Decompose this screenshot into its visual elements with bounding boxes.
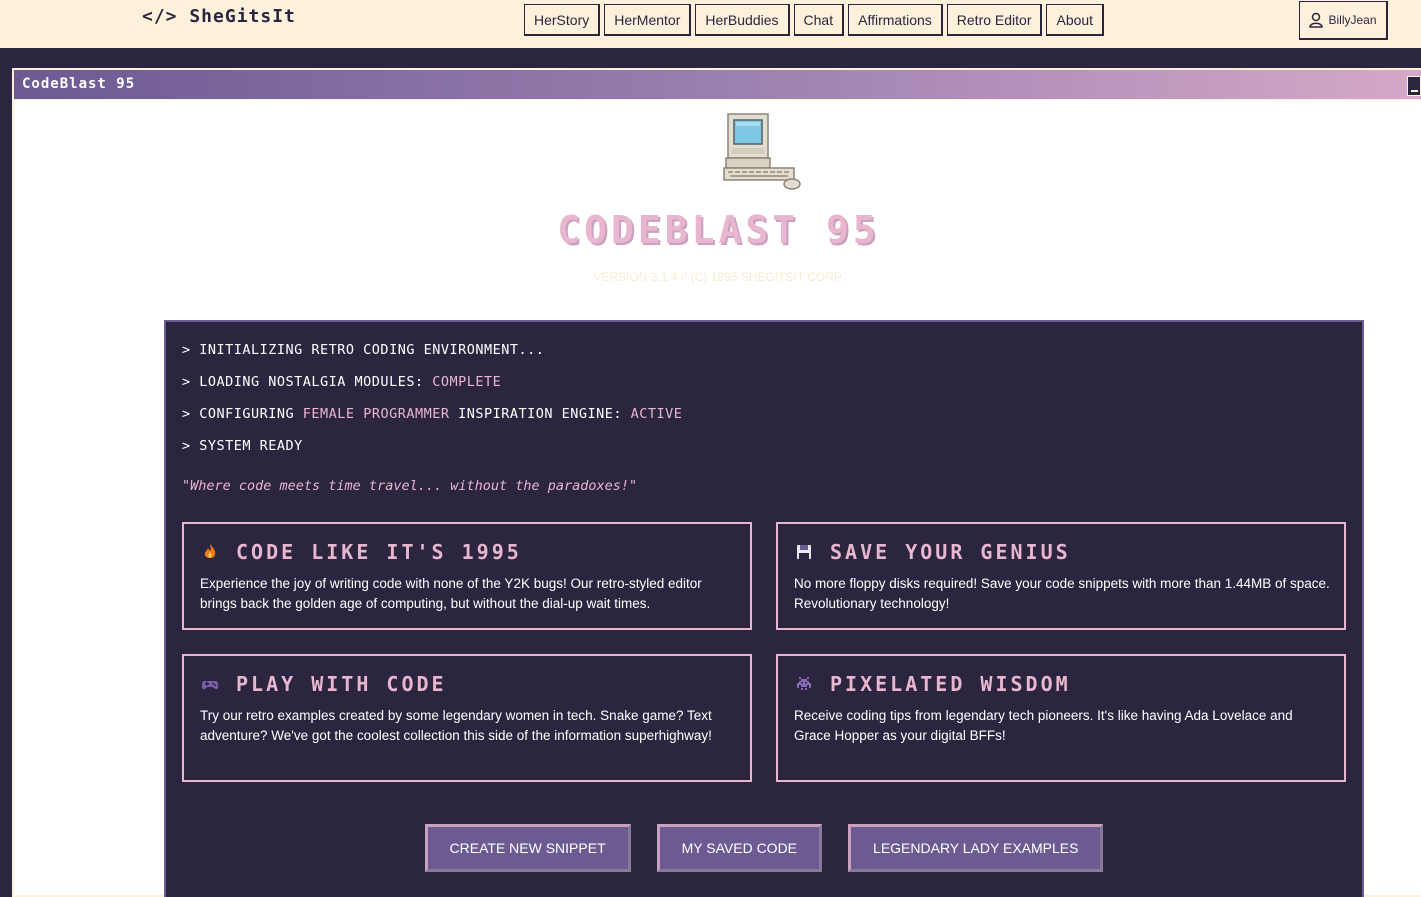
user-menu-button[interactable]: BillyJean: [1299, 1, 1388, 40]
space-invader-icon: [797, 677, 811, 690]
feature-card: PIXELATED WISDOM Receive coding tips fro…: [776, 654, 1346, 782]
fire-icon: [204, 544, 216, 558]
terminal-panel: > INITIALIZING RETRO CODING ENVIRONMENT.…: [164, 320, 1364, 897]
terminal-text: > LOADING NOSTALGIA MODULES:: [182, 374, 433, 390]
terminal-line: > SYSTEM READY: [182, 438, 303, 454]
feature-card: PLAY WITH CODE Try our retro examples cr…: [182, 654, 752, 782]
card-header: SAVE YOUR GENIUS: [794, 540, 1071, 564]
hero-title: CODEBLAST 95: [557, 208, 880, 252]
terminal-line: > LOADING NOSTALGIA MODULES: COMPLETE: [182, 374, 501, 390]
nav-herstory-button[interactable]: HerStory: [524, 4, 601, 36]
nav-hermentor-button[interactable]: HerMentor: [604, 4, 692, 36]
gamepad-icon: [201, 681, 219, 690]
terminal-line: > INITIALIZING RETRO CODING ENVIRONMENT.…: [182, 342, 545, 358]
create-new-snippet-button[interactable]: CREATE NEW SNIPPET: [424, 824, 631, 872]
my-saved-code-button[interactable]: MY SAVED CODE: [656, 824, 823, 872]
feature-card: SAVE YOUR GENIUS No more floppy disks re…: [776, 522, 1346, 630]
terminal-text: > CONFIGURING: [182, 406, 303, 422]
nav-chat-button[interactable]: Chat: [793, 4, 845, 36]
card-title: CODE LIKE IT'S 1995: [236, 540, 522, 564]
card-text: Experience the joy of writing code with …: [200, 576, 702, 611]
top-navigation-bar: </> SheGitsIt HerStory HerMentor HerBudd…: [0, 0, 1421, 48]
card-header: PIXELATED WISDOM: [794, 672, 1071, 696]
codeblast-window: CodeBlast 95 CODEBLAST 95 VERSION 3.1.4 …: [12, 68, 1421, 897]
window-titlebar[interactable]: CodeBlast 95: [14, 70, 1421, 100]
highlight-text: FEMALE PROGRAMMER: [302, 406, 450, 422]
version-text: VERSION 3.1.4 // (C) 1995 SHEGITSIT CORP…: [593, 270, 844, 284]
nav-herbuddies-button[interactable]: HerBuddies: [695, 4, 790, 36]
floppy-disk-icon: [797, 545, 811, 559]
card-text: No more floppy disks required! Save your…: [794, 576, 1330, 611]
card-header: PLAY WITH CODE: [200, 672, 447, 696]
card-text: Try our retro examples created by some l…: [200, 708, 712, 743]
card-header: CODE LIKE IT'S 1995: [200, 540, 522, 564]
card-text: Receive coding tips from legendary tech …: [794, 708, 1293, 743]
legendary-lady-examples-button[interactable]: LEGENDARY LADY EXAMPLES: [848, 824, 1104, 872]
action-buttons: CREATE NEW SNIPPET MY SAVED CODE LEGENDA…: [166, 824, 1362, 872]
main-nav: HerStory HerMentor HerBuddies Chat Affir…: [524, 4, 1105, 36]
retro-computer-icon: [723, 113, 801, 190]
terminal-line: > CONFIGURING FEMALE PROGRAMMER INSPIRAT…: [182, 406, 682, 422]
user-icon: [1309, 12, 1324, 28]
card-title: PLAY WITH CODE: [236, 672, 447, 696]
nav-about-button[interactable]: About: [1046, 4, 1105, 36]
minimize-icon[interactable]: [1407, 76, 1421, 96]
status-active: ACTIVE: [630, 406, 683, 422]
username-label: BillyJean: [1328, 13, 1377, 27]
nav-retro-editor-button[interactable]: Retro Editor: [946, 4, 1043, 36]
window-title: CodeBlast 95: [22, 76, 136, 92]
site-logo[interactable]: </> SheGitsIt: [142, 6, 296, 27]
tagline-quote: "Where code meets time travel... without…: [182, 478, 638, 494]
feature-card: CODE LIKE IT'S 1995 Experience the joy o…: [182, 522, 752, 630]
nav-affirmations-button[interactable]: Affirmations: [848, 4, 943, 36]
card-title: PIXELATED WISDOM: [830, 672, 1071, 696]
card-title: SAVE YOUR GENIUS: [830, 540, 1071, 564]
status-complete: COMPLETE: [432, 374, 502, 390]
terminal-text: INSPIRATION ENGINE:: [449, 406, 631, 422]
